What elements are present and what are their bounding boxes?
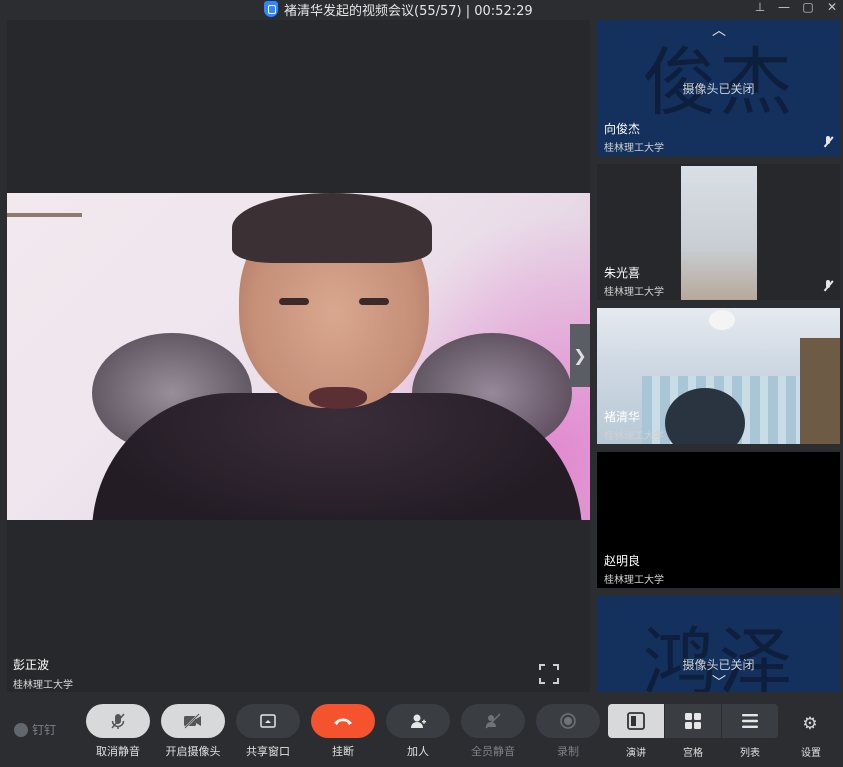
meeting-title: 褚清华发起的视频会议(55/57) | 00:52:29 (284, 3, 533, 19)
logo-text: 钉钉 (32, 723, 57, 737)
speaker-view-button[interactable] (608, 704, 664, 738)
participant-tile[interactable]: 赵明良 桂林理工大学 (597, 452, 840, 588)
mic-muted-icon (823, 136, 833, 148)
share-window-button[interactable] (236, 704, 300, 738)
share-screen-icon (260, 714, 276, 728)
participant-video (681, 166, 757, 300)
add-person-button[interactable] (386, 704, 450, 738)
participant-tile[interactable]: 朱光喜 桂林理工大学 (597, 164, 840, 300)
hair (232, 193, 432, 263)
speaker-name: 彭正波 (13, 658, 50, 672)
participant-org: 桂林理工大学 (604, 287, 664, 298)
add-person-label: 加人 (407, 745, 429, 758)
participant-org: 桂林理工大学 (604, 431, 664, 442)
chevron-right-icon[interactable]: ❯ (570, 324, 590, 387)
chevron-down-icon[interactable]: ﹀ (687, 672, 751, 692)
mic-muted-icon (823, 280, 833, 292)
title-bar: 褚清华发起的视频会议(55/57) | 00:52:29 ⊥ — ▢ ✕ (0, 0, 843, 19)
participant-list: 俊杰 摄像头已关闭 向俊杰 桂林理工大学 ︿ 朱光喜 桂林理工大学 褚清华 桂林… (597, 20, 840, 692)
window-controls: ⊥ — ▢ ✕ (753, 0, 839, 16)
participant-tile[interactable]: 褚清华 桂林理工大学 (597, 308, 840, 444)
speaker-view-label: 演讲 (626, 748, 646, 759)
hang-up-button[interactable] (311, 704, 375, 738)
record-label: 录制 (557, 745, 579, 758)
mute-all-button[interactable] (461, 704, 525, 738)
start-camera-label: 开启摄像头 (165, 745, 221, 758)
participant-name: 向俊杰 (604, 122, 641, 136)
camera-status: 摄像头已关闭 (682, 658, 755, 672)
meeting-toolbar: 钉钉 取消静音 开启摄像头 共享窗口 挂断 加人 全员静音 录制 演讲 宫格 列… (0, 695, 843, 767)
app-logo: 钉钉 (14, 721, 56, 738)
minimize-icon[interactable]: — (777, 0, 791, 16)
speaker-view-icon (627, 712, 645, 730)
list-view-icon (742, 714, 758, 728)
mouth (309, 387, 367, 409)
camera-off-icon (184, 713, 201, 729)
mute-all-label: 全员静音 (471, 745, 515, 758)
gear-icon[interactable]: ⚙ (800, 714, 820, 734)
chevron-up-icon[interactable]: ︿ (687, 20, 751, 40)
start-camera-button[interactable] (161, 704, 225, 738)
hang-up-icon (334, 718, 352, 725)
record-button[interactable] (536, 704, 600, 738)
unmute-button[interactable] (86, 704, 150, 738)
list-view-button[interactable] (722, 704, 778, 738)
maximize-icon[interactable]: ▢ (801, 0, 815, 16)
grid-view-button[interactable] (665, 704, 721, 738)
hang-up-label: 挂断 (332, 745, 354, 758)
wall-detail (7, 213, 82, 217)
encryption-shield-icon (264, 1, 278, 17)
share-window-label: 共享窗口 (246, 745, 290, 758)
eye-left (279, 298, 309, 305)
participant-name: 朱光喜 (604, 266, 641, 280)
unmute-label: 取消静音 (96, 745, 140, 758)
fullscreen-icon[interactable] (539, 664, 559, 684)
bookshelf (800, 338, 840, 444)
grid-view-icon (685, 713, 701, 729)
add-person-icon (411, 714, 426, 728)
participant-name: 赵明良 (604, 554, 641, 568)
close-icon[interactable]: ✕ (825, 0, 839, 16)
jacket (92, 393, 582, 520)
record-icon (560, 713, 576, 729)
list-view-label: 列表 (740, 748, 760, 759)
mute-all-icon (485, 713, 501, 729)
participant-org: 桂林理工大学 (604, 143, 664, 154)
participant-org: 桂林理工大学 (604, 575, 664, 586)
mic-off-icon (111, 713, 125, 729)
participant-name: 褚清华 (604, 410, 641, 424)
grid-view-label: 宫格 (683, 748, 703, 759)
main-stage: ❯ 彭正波 桂林理工大学 (7, 20, 590, 692)
ceiling-light (709, 310, 735, 330)
speaker-org: 桂林理工大学 (13, 680, 73, 691)
title-area: 褚清华发起的视频会议(55/57) | 00:52:29 (264, 0, 533, 19)
speaker-video (7, 193, 590, 520)
camera-status: 摄像头已关闭 (682, 82, 755, 96)
eye-right (359, 298, 389, 305)
dingtalk-logo-icon (14, 722, 28, 737)
pin-icon[interactable]: ⊥ (753, 0, 767, 16)
settings-label: 设置 (801, 748, 821, 759)
participant-tile[interactable]: 俊杰 摄像头已关闭 向俊杰 桂林理工大学 (597, 20, 840, 156)
